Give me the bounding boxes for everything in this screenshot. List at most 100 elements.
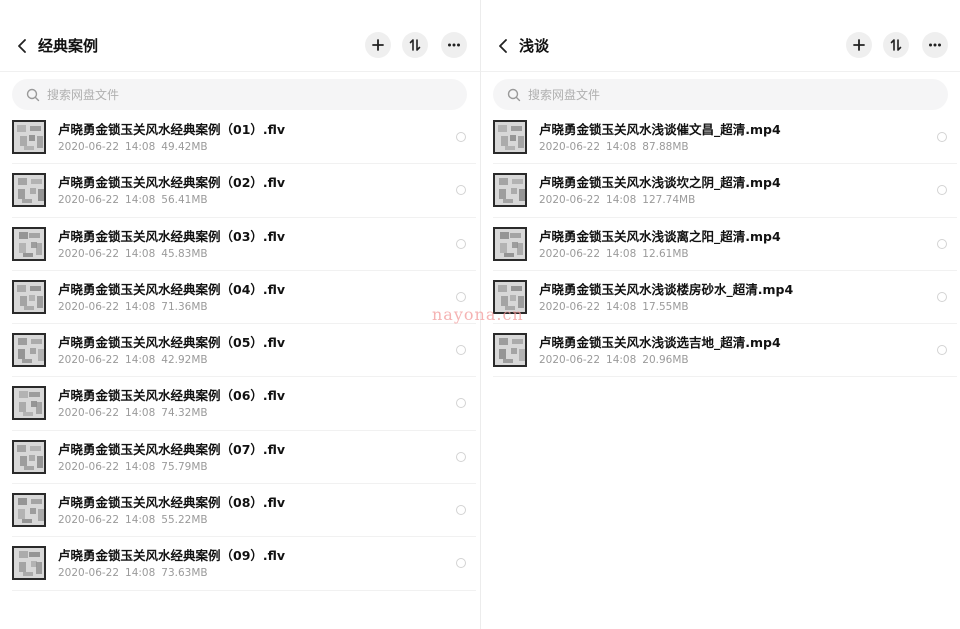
video-thumbnail <box>12 226 46 261</box>
select-radio[interactable] <box>937 238 947 249</box>
file-time: 14:08 <box>125 300 156 313</box>
video-thumbnail <box>12 173 46 208</box>
file-row[interactable]: 卢晓勇金锁玉关风水浅谈坎之阴_超清.mp4 2020-06-22 14:08 127.… <box>493 164 957 218</box>
sort-button[interactable] <box>883 32 909 58</box>
select-radio[interactable] <box>456 505 466 516</box>
select-radio[interactable] <box>456 558 466 569</box>
file-row[interactable]: 卢晓勇金锁玉关风水浅谈选吉地_超清.mp4 2020-06-22 14:08 20.9… <box>493 324 957 378</box>
file-time: 14:08 <box>125 567 156 580</box>
video-thumbnail <box>12 546 46 581</box>
more-icon <box>929 43 941 47</box>
search-bar[interactable] <box>493 79 948 110</box>
file-name: 卢晓勇金锁玉关风水经典案例（06）.flv <box>58 388 286 404</box>
file-size: 20.96MB <box>642 354 689 367</box>
file-row[interactable]: 卢晓勇金锁玉关风水经典案例（08）.flv 2020-06-22 14:08 55.2… <box>12 484 476 538</box>
file-row[interactable]: 卢晓勇金锁玉关风水经典案例（04）.flv 2020-06-22 14:08 71.3… <box>12 271 476 325</box>
video-thumbnail <box>493 333 527 368</box>
select-radio[interactable] <box>937 185 947 196</box>
sort-button[interactable] <box>402 32 428 58</box>
video-thumbnail <box>493 173 527 208</box>
file-meta: 2020-06-22 14:08 55.22MB <box>58 513 214 527</box>
file-meta: 2020-06-22 14:08 20.96MB <box>539 353 695 367</box>
file-time: 14:08 <box>606 141 637 153</box>
file-row[interactable]: 卢晓勇金锁玉关风水经典案例（01）.flv 2020-06-22 14:08 49.4… <box>12 111 476 165</box>
file-row[interactable]: 卢晓勇金锁玉关风水经典案例（03）.flv 2020-06-22 14:08 45.8… <box>12 218 476 271</box>
select-radio[interactable] <box>456 185 466 196</box>
file-date: 2020-06-22 <box>539 141 601 153</box>
page-title: 浅谈 <box>519 37 550 55</box>
search-input[interactable] <box>47 87 427 102</box>
select-radio[interactable] <box>937 345 947 356</box>
right-panel: 浅谈 卢晓勇金锁玉关风水浅谈催文昌_超清.mp4 2020-06-22 14:08 8… <box>480 0 960 629</box>
select-radio[interactable] <box>456 398 466 409</box>
file-name: 卢晓勇金锁玉关风水经典案例（07）.flv <box>58 441 286 457</box>
file-time: 14:08 <box>125 407 156 420</box>
file-name: 卢晓勇金锁玉关风水经典案例（05）.flv <box>58 335 286 351</box>
select-radio[interactable] <box>456 451 466 462</box>
file-date: 2020-06-22 <box>58 407 120 420</box>
sort-icon <box>409 39 421 51</box>
file-row[interactable]: 卢晓勇金锁玉关风水经典案例（02）.flv 2020-06-22 14:08 56.4… <box>12 164 476 218</box>
file-name: 卢晓勇金锁玉关风水经典案例（04）.flv <box>58 281 286 297</box>
video-thumbnail <box>493 226 527 261</box>
file-time: 14:08 <box>606 247 637 260</box>
file-time: 14:08 <box>125 460 156 473</box>
select-radio[interactable] <box>937 132 947 142</box>
file-size: 87.88MB <box>642 141 689 153</box>
back-button[interactable] <box>493 34 513 58</box>
file-row[interactable]: 卢晓勇金锁玉关风水经典案例（09）.flv 2020-06-22 14:08 73.6… <box>12 537 476 591</box>
right-header: 浅谈 <box>481 0 960 72</box>
select-radio[interactable] <box>456 345 466 356</box>
file-size: 45.83MB <box>161 247 208 260</box>
file-date: 2020-06-22 <box>539 300 601 313</box>
file-time: 14:08 <box>606 354 637 367</box>
add-button[interactable] <box>365 32 391 58</box>
file-size: 75.79MB <box>161 460 208 473</box>
select-radio[interactable] <box>456 238 466 249</box>
plus-icon <box>853 39 865 51</box>
file-date: 2020-06-22 <box>58 300 120 313</box>
add-button[interactable] <box>846 32 872 58</box>
file-time: 14:08 <box>606 194 637 207</box>
file-date: 2020-06-22 <box>539 194 601 207</box>
file-list: 卢晓勇金锁玉关风水浅谈催文昌_超清.mp4 2020-06-22 14:08 87.8… <box>481 111 960 378</box>
back-icon <box>499 39 507 53</box>
left-header: 经典案例 <box>0 0 480 72</box>
search-bar[interactable] <box>12 79 467 110</box>
file-name: 卢晓勇金锁玉关风水浅谈催文昌_超清.mp4 <box>539 122 781 137</box>
file-row[interactable]: 卢晓勇金锁玉关风水经典案例（05）.flv 2020-06-22 14:08 42.9… <box>12 324 476 378</box>
file-size: 73.63MB <box>161 567 208 580</box>
file-row[interactable]: 卢晓勇金锁玉关风水经典案例（06）.flv 2020-06-22 14:08 74.3… <box>12 377 476 431</box>
more-button[interactable] <box>922 32 948 58</box>
file-name: 卢晓勇金锁玉关风水浅谈选吉地_超清.mp4 <box>539 335 781 351</box>
file-size: 49.42MB <box>161 141 208 153</box>
file-name: 卢晓勇金锁玉关风水浅谈楼房砂水_超清.mp4 <box>539 281 794 297</box>
video-thumbnail <box>12 333 46 368</box>
file-date: 2020-06-22 <box>539 247 601 260</box>
back-button[interactable] <box>12 34 32 58</box>
file-meta: 2020-06-22 14:08 73.63MB <box>58 566 214 580</box>
select-radio[interactable] <box>937 291 947 302</box>
select-radio[interactable] <box>456 291 466 302</box>
file-row[interactable]: 卢晓勇金锁玉关风水浅谈楼房砂水_超清.mp4 2020-06-22 14:08 17.… <box>493 271 957 325</box>
file-meta: 2020-06-22 14:08 12.61MB <box>539 247 695 261</box>
file-size: 71.36MB <box>161 300 208 313</box>
file-row[interactable]: 卢晓勇金锁玉关风水浅谈离之阳_超清.mp4 2020-06-22 14:08 12.6… <box>493 218 957 271</box>
file-name: 卢晓勇金锁玉关风水经典案例（02）.flv <box>58 175 286 191</box>
file-meta: 2020-06-22 14:08 74.32MB <box>58 406 214 420</box>
select-radio[interactable] <box>456 132 466 142</box>
file-date: 2020-06-22 <box>58 247 120 260</box>
file-meta: 2020-06-22 14:08 71.36MB <box>58 300 214 314</box>
more-button[interactable] <box>441 32 467 58</box>
search-input[interactable] <box>528 87 908 102</box>
file-row[interactable]: 卢晓勇金锁玉关风水经典案例（07）.flv 2020-06-22 14:08 75.7… <box>12 431 476 485</box>
file-date: 2020-06-22 <box>58 354 120 367</box>
video-thumbnail <box>12 120 46 154</box>
file-size: 12.61MB <box>642 247 689 260</box>
file-date: 2020-06-22 <box>58 567 120 580</box>
more-icon <box>448 43 460 47</box>
file-meta: 2020-06-22 14:08 75.79MB <box>58 460 214 474</box>
file-time: 14:08 <box>125 194 156 207</box>
file-size: 42.92MB <box>161 354 208 367</box>
file-row[interactable]: 卢晓勇金锁玉关风水浅谈催文昌_超清.mp4 2020-06-22 14:08 87.8… <box>493 111 957 165</box>
